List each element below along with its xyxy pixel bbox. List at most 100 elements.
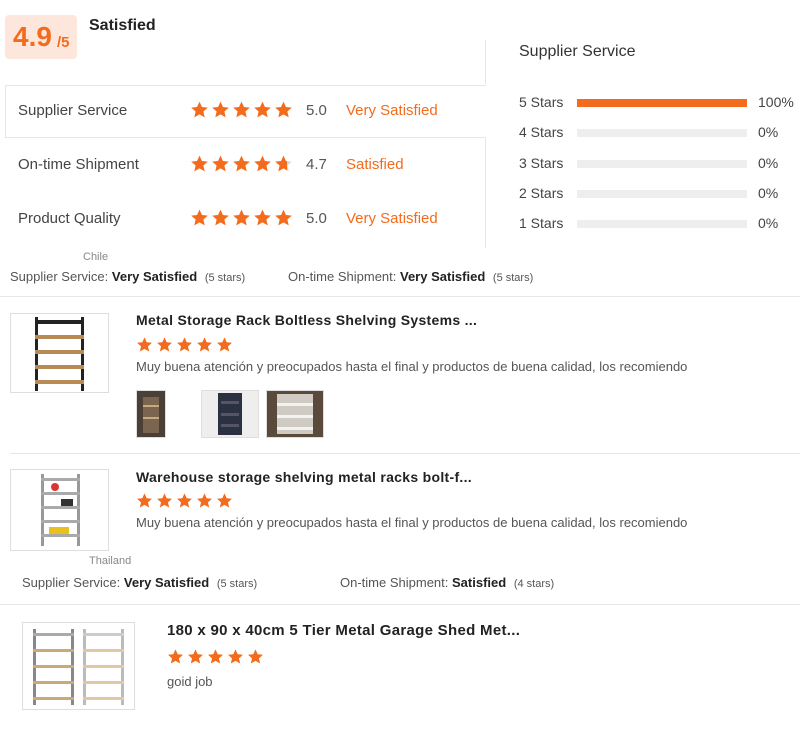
rating-row-on-time-shipment[interactable]: On-time Shipment 4.7 Satisfied (18, 154, 488, 178)
shelf-image (35, 317, 84, 391)
star-rating (190, 100, 293, 119)
product-thumbnail[interactable] (10, 313, 109, 393)
star-icon (211, 100, 230, 119)
meta-label: Supplier Service: (10, 269, 109, 284)
reviewer-shipment-meta: On-time Shipment: Satisfied (4 stars) (340, 575, 554, 590)
star-icon (190, 154, 209, 173)
star-icon (187, 648, 204, 665)
meta-value: Satisfied (452, 575, 507, 590)
meta-value: Very Satisfied (111, 269, 198, 284)
distribution-percent: 0% (758, 124, 779, 140)
product-title[interactable]: 180 x 90 x 40cm 5 Tier Metal Garage Shed… (167, 622, 520, 639)
meta-count: (4 stars) (513, 578, 555, 590)
divider (0, 296, 800, 297)
distribution-bar (577, 99, 747, 107)
reviewer-country: Thailand (89, 555, 132, 567)
rating-value: 4.7 (306, 156, 327, 173)
distribution-percent: 0% (758, 185, 779, 201)
star-rating (190, 208, 293, 227)
divider (10, 453, 800, 454)
meta-value: Very Satisfied (123, 575, 210, 590)
distribution-label: 2 Stars (519, 185, 564, 201)
star-icon (156, 492, 173, 509)
shelf-image (33, 629, 124, 705)
rating-value: 5.0 (306, 102, 327, 119)
overall-label: Satisfied (89, 17, 156, 34)
star-icon (136, 492, 153, 509)
star-icon (211, 208, 230, 227)
star-icon (253, 208, 272, 227)
distribution-row-2: 2 Stars 0% (519, 184, 799, 204)
overall-score: 4.9 (13, 21, 52, 52)
review-stars (136, 492, 233, 509)
star-icon (232, 100, 251, 119)
distribution-row-5: 5 Stars 100% (519, 93, 799, 113)
distribution-bar-fill (577, 99, 747, 107)
star-icon (176, 336, 193, 353)
meta-count: (5 stars) (216, 578, 258, 590)
product-title[interactable]: Warehouse storage shelving metal racks b… (136, 469, 472, 485)
distribution-percent: 100% (758, 94, 794, 110)
star-icon (196, 492, 213, 509)
star-icon (156, 336, 173, 353)
rating-text: Very Satisfied (346, 102, 438, 119)
meta-label: On-time Shipment: (288, 269, 397, 284)
distribution-bar (577, 220, 747, 228)
rating-text: Very Satisfied (346, 210, 438, 227)
product-thumbnail[interactable] (22, 622, 135, 710)
star-icon (274, 208, 293, 227)
rating-label: On-time Shipment (18, 156, 139, 173)
distribution-row-1: 1 Stars 0% (519, 214, 799, 234)
review-photo-image (202, 391, 258, 437)
reviewer-service-meta: Supplier Service: Very Satisfied (5 star… (22, 575, 257, 590)
meta-count: (5 stars) (492, 272, 534, 284)
distribution-label: 5 Stars (519, 94, 564, 110)
star-icon (227, 648, 244, 665)
star-icon (190, 208, 209, 227)
rating-text: Satisfied (346, 156, 404, 173)
distribution-label: 4 Stars (519, 124, 564, 140)
star-icon (216, 336, 233, 353)
rating-row-supplier-service[interactable]: Supplier Service 5.0 Very Satisfied (18, 100, 488, 124)
distribution-title: Supplier Service (519, 43, 636, 60)
review-stars (136, 336, 233, 353)
distribution-label: 1 Stars (519, 215, 564, 231)
shelf-image (41, 474, 80, 546)
review-stars (167, 648, 264, 665)
product-title[interactable]: Metal Storage Rack Boltless Shelving Sys… (136, 312, 477, 328)
star-icon (253, 154, 272, 173)
star-rating (190, 154, 293, 173)
distribution-bar (577, 190, 747, 198)
star-icon (274, 100, 293, 119)
distribution-label: 3 Stars (519, 155, 564, 171)
rating-row-product-quality[interactable]: Product Quality 5.0 Very Satisfied (18, 208, 488, 232)
review-photo[interactable] (201, 390, 259, 438)
reviewer-shipment-meta: On-time Shipment: Very Satisfied (5 star… (288, 269, 533, 284)
star-icon (253, 100, 272, 119)
review-text: goid job (167, 674, 213, 689)
star-icon (247, 648, 264, 665)
star-icon (136, 336, 153, 353)
rating-value: 5.0 (306, 210, 327, 227)
meta-value: Very Satisfied (400, 269, 486, 284)
distribution-row-3: 3 Stars 0% (519, 154, 799, 174)
distribution-bar (577, 160, 747, 168)
overall-score-badge: 4.9 /5 (5, 15, 77, 59)
review-photo-image (137, 391, 165, 437)
meta-label: Supplier Service: (22, 575, 121, 590)
review-photo[interactable] (266, 390, 324, 438)
divider (485, 40, 486, 84)
review-photo[interactable] (136, 390, 166, 438)
star-icon (211, 154, 230, 173)
star-icon (207, 648, 224, 665)
star-icon (274, 154, 293, 173)
star-icon (176, 492, 193, 509)
distribution-percent: 0% (758, 155, 779, 171)
rating-label: Supplier Service (18, 102, 128, 119)
star-icon (190, 100, 209, 119)
meta-count: (5 stars) (204, 272, 246, 284)
star-icon (196, 336, 213, 353)
review-text: Muy buena atención y preocupados hasta e… (136, 515, 688, 530)
distribution-row-4: 4 Stars 0% (519, 123, 799, 143)
product-thumbnail[interactable] (10, 469, 109, 551)
